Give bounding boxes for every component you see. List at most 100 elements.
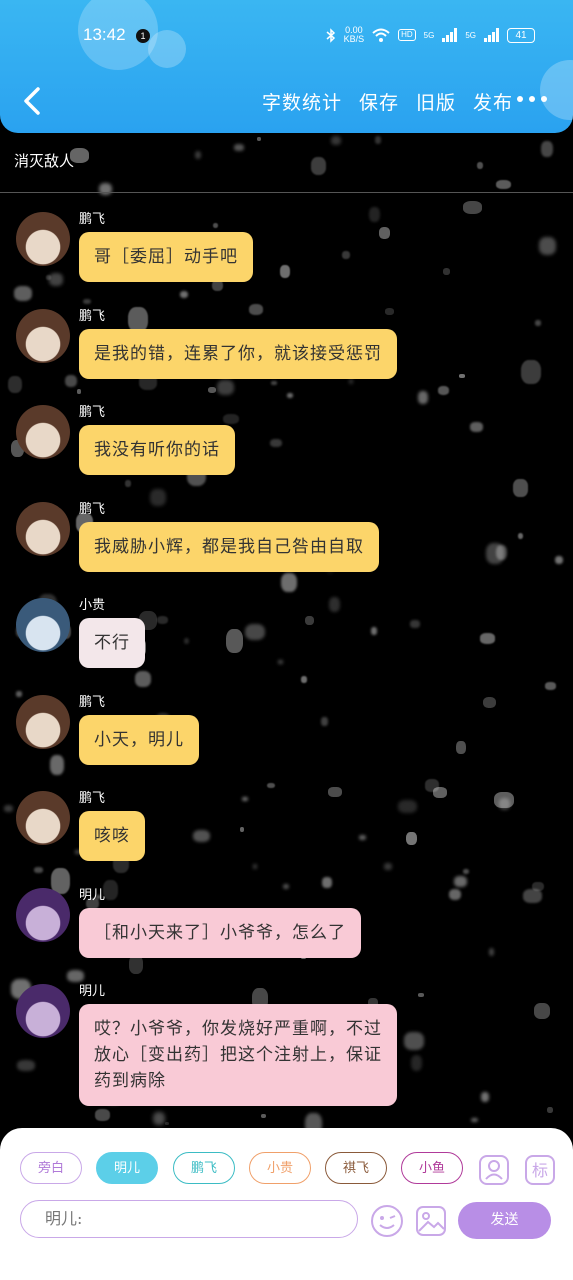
message-bubble[interactable]: 是我的错，连累了你，就该接受惩罚 — [79, 329, 397, 379]
avatar[interactable] — [16, 888, 70, 942]
message-text: 哥［委屈］动手吧 — [94, 247, 238, 267]
message-text: 是我的错，连累了你，就该接受惩罚 — [94, 344, 382, 364]
snow-fleck — [403, 1032, 424, 1050]
character-manage-icon[interactable] — [478, 1154, 509, 1185]
snow-fleck — [242, 796, 248, 802]
sender-name: 明儿 — [79, 984, 106, 999]
snow-fleck — [280, 265, 291, 278]
message-input[interactable]: 明儿: — [20, 1200, 358, 1238]
snow-fleck — [535, 320, 542, 326]
divider — [0, 192, 573, 193]
publish-button[interactable]: 发布 — [473, 88, 513, 115]
sender-name: 鹏飞 — [79, 695, 106, 710]
character-chip[interactable]: 鹏飞 — [173, 1152, 235, 1184]
net-speed: 0.00 KB/S — [343, 25, 365, 44]
message-bubble[interactable]: 小天，明儿 — [79, 715, 199, 765]
avatar[interactable] — [16, 598, 70, 652]
avatar[interactable] — [16, 212, 70, 266]
message-text: 不行 — [94, 633, 130, 653]
message-text: 我没有听你的话 — [94, 440, 220, 460]
snow-fleck — [544, 682, 556, 690]
image-icon[interactable] — [414, 1204, 446, 1236]
character-chip[interactable]: 明儿 — [96, 1152, 158, 1184]
snow-fleck — [128, 955, 144, 975]
snow-fleck — [282, 883, 289, 890]
snow-fleck — [240, 826, 245, 833]
snow-fleck — [64, 374, 77, 387]
snow-fleck — [300, 675, 308, 683]
character-chip[interactable]: 旁白 — [20, 1152, 82, 1184]
character-chip[interactable]: 祺飞 — [325, 1152, 387, 1184]
snow-fleck — [418, 391, 428, 404]
snow-fleck — [217, 380, 235, 395]
send-button[interactable]: 发送 — [458, 1202, 551, 1239]
snow-fleck — [437, 385, 449, 396]
snow-fleck — [261, 1113, 267, 1118]
emoji-icon[interactable] — [370, 1204, 403, 1237]
snow-fleck — [471, 1117, 478, 1122]
message-bubble[interactable]: 我没有听你的话 — [79, 425, 235, 475]
message-text-line: 药到病除 — [94, 1071, 166, 1091]
word-count-button[interactable]: 字数统计 — [262, 88, 342, 115]
snow-fleck — [271, 381, 277, 386]
message-bubble[interactable]: 哥［委屈］动手吧 — [79, 232, 253, 282]
svg-text:标: 标 — [532, 1161, 548, 1180]
snow-fleck — [281, 572, 298, 593]
snow-fleck — [359, 834, 366, 840]
sender-name: 鹏飞 — [79, 405, 106, 420]
snow-fleck — [462, 868, 469, 875]
message-text: ［和小天来了］小爷爷，怎么了 — [94, 923, 346, 943]
more-dots-icon[interactable] — [517, 96, 547, 102]
snow-fleck — [48, 273, 63, 286]
back-arrow-icon[interactable] — [18, 86, 48, 116]
snow-fleck — [523, 888, 542, 903]
snow-fleck — [226, 629, 244, 654]
tag-icon[interactable]: 标 — [524, 1154, 555, 1185]
snow-fleck — [555, 555, 564, 565]
battery-icon: 41 — [507, 27, 535, 43]
avatar[interactable] — [16, 791, 70, 845]
character-chip[interactable]: 小贵 — [249, 1152, 311, 1184]
message-bubble[interactable]: 我威胁小辉，都是我自己咎由自取 — [79, 522, 379, 572]
snow-fleck — [208, 387, 217, 394]
sender-name: 鹏飞 — [79, 309, 106, 324]
snow-fleck — [256, 136, 261, 141]
sender-name: 小贵 — [79, 598, 106, 613]
snow-fleck — [459, 373, 465, 378]
snow-fleck — [249, 303, 264, 315]
avatar[interactable] — [16, 405, 70, 459]
message-bubble[interactable]: 哎？小爷爷，你发烧好严重啊，不过 放心［变出药］把这个注射上，保证 药到病除 — [79, 1004, 397, 1106]
snow-fleck — [156, 616, 169, 625]
snow-fleck — [348, 378, 353, 385]
avatar[interactable] — [16, 502, 70, 556]
snow-fleck — [538, 236, 556, 255]
snow-fleck — [410, 1055, 423, 1071]
snow-fleck — [222, 413, 239, 425]
snow-fleck — [328, 597, 341, 613]
signal-icon — [484, 28, 499, 42]
snow-fleck — [16, 691, 22, 697]
message-bubble[interactable]: 不行 — [79, 618, 145, 668]
snow-fleck — [488, 948, 495, 956]
message-text: 我威胁小辉，都是我自己咎由自取 — [94, 537, 364, 557]
snow-fleck — [418, 993, 425, 997]
message-bubble[interactable]: ［和小天来了］小爷爷，怎么了 — [79, 908, 361, 958]
message-text-line: 放心［变出药］把这个注射上，保证 — [94, 1045, 382, 1065]
snow-fleck — [328, 787, 342, 798]
avatar[interactable] — [16, 309, 70, 363]
save-button[interactable]: 保存 — [359, 88, 399, 115]
snow-fleck — [7, 375, 23, 394]
snow-fleck — [193, 829, 210, 843]
avatar[interactable] — [16, 984, 70, 1038]
old-version-button[interactable]: 旧版 — [416, 88, 456, 115]
snow-fleck — [164, 1121, 170, 1125]
wifi-icon — [372, 28, 390, 42]
character-chip[interactable]: 小鱼 — [401, 1152, 463, 1184]
snow-fleck — [512, 479, 528, 497]
message-bubble[interactable]: 咳咳 — [79, 811, 145, 861]
snow-fleck — [342, 250, 350, 259]
avatar[interactable] — [16, 695, 70, 749]
snow-fleck — [368, 206, 381, 222]
snow-fleck — [322, 877, 332, 889]
snow-fleck — [330, 136, 342, 145]
